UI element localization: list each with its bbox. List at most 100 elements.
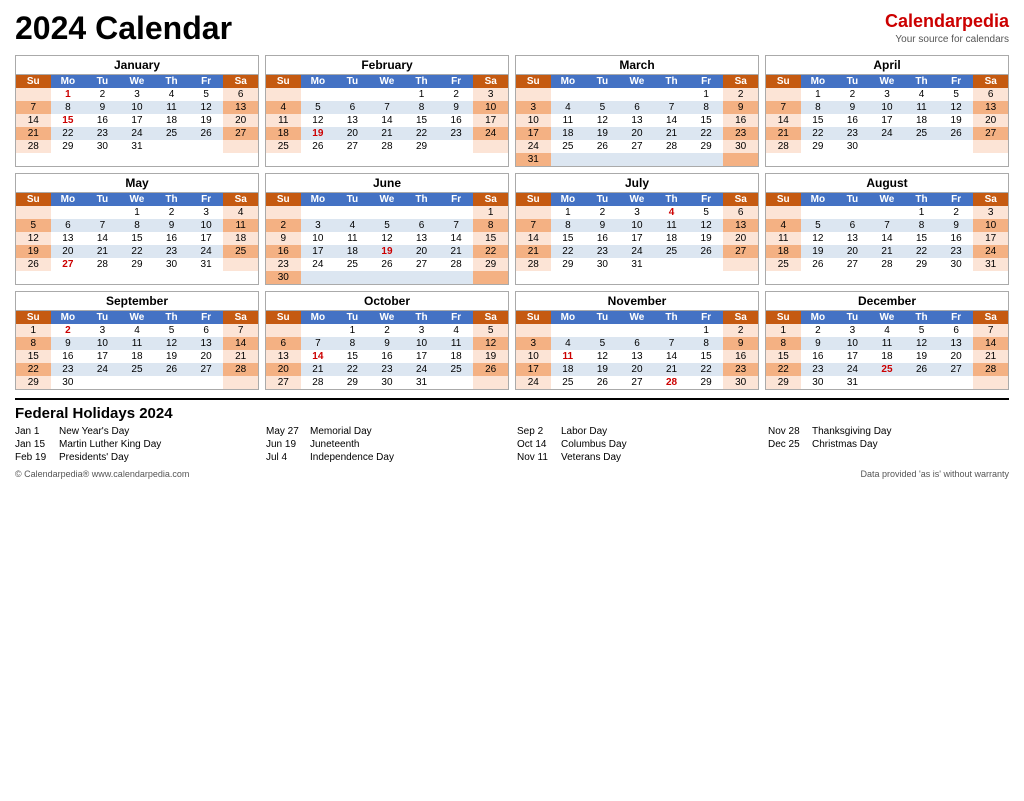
holiday-name: Christmas Day — [812, 439, 878, 450]
day-cell: 15 — [689, 350, 724, 363]
day-header-tu: Tu — [335, 193, 370, 206]
day-cell: 27 — [404, 258, 439, 271]
day-header-mo: Mo — [801, 75, 836, 88]
day-cell: 5 — [189, 88, 224, 101]
month-table-november: SuMoTuWeThFrSa12345678910111213141516171… — [516, 311, 758, 389]
holiday-name: Presidents' Day — [59, 452, 129, 463]
day-header-su: Su — [766, 311, 801, 324]
day-cell: 5 — [585, 337, 620, 350]
day-cell: 18 — [551, 127, 586, 140]
day-cell: 20 — [404, 245, 439, 258]
day-cell: 16 — [85, 114, 120, 127]
holiday-name: New Year's Day — [59, 426, 129, 437]
day-cell: 8 — [551, 219, 586, 232]
day-cell — [551, 153, 586, 166]
day-cell — [370, 88, 405, 101]
month-title-july: July — [516, 174, 758, 193]
holiday-item: Jan 15Martin Luther King Day — [15, 439, 256, 450]
day-cell: 22 — [473, 245, 508, 258]
day-cell: 25 — [154, 127, 189, 140]
day-cell: 27 — [939, 363, 974, 376]
day-cell: 30 — [723, 376, 758, 389]
day-cell — [654, 324, 689, 337]
day-cell: 9 — [723, 101, 758, 114]
day-cell: 27 — [973, 127, 1008, 140]
day-cell: 21 — [223, 350, 258, 363]
day-cell: 17 — [404, 350, 439, 363]
month-table-september: SuMoTuWeThFrSa12345678910111213141516171… — [16, 311, 258, 389]
day-header-fr: Fr — [439, 75, 474, 88]
day-cell: 28 — [370, 140, 405, 153]
day-cell: 29 — [51, 140, 86, 153]
day-cell: 28 — [766, 140, 801, 153]
month-block-october: OctoberSuMoTuWeThFrSa1234567891011121314… — [265, 291, 509, 390]
day-cell: 15 — [551, 232, 586, 245]
month-block-april: AprilSuMoTuWeThFrSa123456789101112131415… — [765, 55, 1009, 167]
day-cell: 29 — [689, 376, 724, 389]
day-header-we: We — [870, 75, 905, 88]
day-cell — [870, 206, 905, 219]
day-cell: 1 — [689, 88, 724, 101]
holiday-date: Sep 2 — [517, 426, 555, 437]
day-cell: 4 — [551, 337, 586, 350]
day-cell: 2 — [723, 324, 758, 337]
day-cell: 12 — [473, 337, 508, 350]
day-cell: 3 — [870, 88, 905, 101]
day-cell — [766, 206, 801, 219]
day-header-tu: Tu — [585, 311, 620, 324]
day-cell — [301, 88, 336, 101]
holiday-item: Jun 19Juneteenth — [266, 439, 507, 450]
day-cell: 6 — [939, 324, 974, 337]
day-cell: 17 — [301, 245, 336, 258]
day-cell: 31 — [189, 258, 224, 271]
day-cell: 4 — [223, 206, 258, 219]
day-cell: 22 — [766, 363, 801, 376]
day-cell: 1 — [16, 324, 51, 337]
holiday-name: Memorial Day — [310, 426, 372, 437]
day-cell: 17 — [473, 114, 508, 127]
day-cell: 31 — [516, 153, 551, 166]
day-header-th: Th — [154, 193, 189, 206]
day-cell: 9 — [835, 101, 870, 114]
day-header-we: We — [870, 311, 905, 324]
day-cell: 23 — [85, 127, 120, 140]
day-cell: 26 — [904, 363, 939, 376]
day-header-su: Su — [516, 75, 551, 88]
day-cell — [223, 376, 258, 389]
day-cell: 29 — [473, 258, 508, 271]
day-cell: 1 — [120, 206, 155, 219]
day-header-tu: Tu — [835, 75, 870, 88]
month-title-may: May — [16, 174, 258, 193]
day-cell: 19 — [939, 114, 974, 127]
month-block-september: SeptemberSuMoTuWeThFrSa12345678910111213… — [15, 291, 259, 390]
day-header-sa: Sa — [723, 75, 758, 88]
day-cell: 2 — [835, 88, 870, 101]
day-cell — [154, 140, 189, 153]
day-cell — [439, 206, 474, 219]
day-cell: 2 — [439, 88, 474, 101]
day-cell: 19 — [189, 114, 224, 127]
day-cell: 8 — [16, 337, 51, 350]
day-cell — [939, 140, 974, 153]
day-cell: 26 — [189, 127, 224, 140]
day-cell — [620, 324, 655, 337]
holiday-date: Nov 28 — [768, 426, 806, 437]
day-cell: 12 — [189, 101, 224, 114]
day-cell: 22 — [689, 127, 724, 140]
day-cell: 10 — [404, 337, 439, 350]
holiday-item: Feb 19Presidents' Day — [15, 452, 256, 463]
day-cell: 13 — [189, 337, 224, 350]
day-cell: 17 — [973, 232, 1008, 245]
day-header-th: Th — [654, 193, 689, 206]
day-header-su: Su — [516, 193, 551, 206]
day-cell: 23 — [154, 245, 189, 258]
day-cell: 27 — [835, 258, 870, 271]
day-cell — [516, 88, 551, 101]
day-cell: 24 — [120, 127, 155, 140]
day-cell — [189, 140, 224, 153]
day-cell: 9 — [85, 101, 120, 114]
day-cell: 28 — [85, 258, 120, 271]
month-table-april: SuMoTuWeThFrSa12345678910111213141516171… — [766, 75, 1008, 153]
day-cell: 19 — [16, 245, 51, 258]
day-cell: 19 — [301, 127, 336, 140]
